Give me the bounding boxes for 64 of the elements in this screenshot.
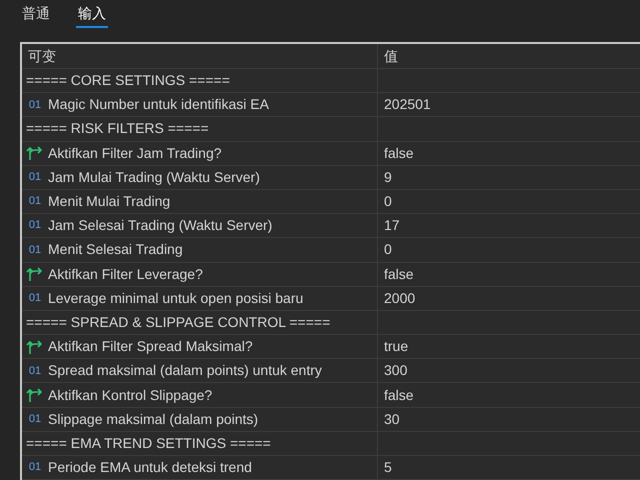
- parameter-name: ===== EMA TREND SETTINGS =====: [26, 434, 271, 453]
- parameter-row[interactable]: 01 Jam Mulai Trading (Waktu Server) 9: [22, 166, 640, 190]
- parameter-name: ===== RISK FILTERS =====: [26, 119, 209, 138]
- tab[interactable]: 普通: [20, 0, 52, 28]
- parameter-name: Jam Mulai Trading (Waktu Server): [48, 168, 260, 187]
- parameter-value: 9: [383, 168, 392, 187]
- tab[interactable]: 输入: [76, 0, 108, 28]
- parameter-row[interactable]: 01 Menit Mulai Trading 0: [22, 190, 640, 214]
- integer-icon: 01: [26, 217, 44, 234]
- parameter-value: 202501: [383, 95, 431, 114]
- integer-icon: 01: [26, 290, 44, 307]
- parameter-name: Aktifkan Filter Leverage?: [48, 264, 203, 284]
- integer-icon: 01: [26, 362, 44, 380]
- parameter-value: 0: [383, 192, 392, 212]
- integer-icon: 01: [26, 96, 44, 114]
- branch-arrow-icon: [26, 387, 44, 404]
- parameter-row[interactable]: 01 Spread maksimal (dalam points) untuk entry 300: [22, 359, 640, 384]
- parameter-row[interactable]: ===== RISK FILTERS =====: [22, 117, 640, 142]
- parameter-value: 5: [383, 458, 392, 478]
- parameter-name: Spread maksimal (dalam points) untuk entry: [48, 361, 322, 380]
- branch-arrow-icon: [26, 338, 44, 355]
- integer-icon: 01: [26, 193, 44, 210]
- parameter-name: Aktifkan Kontrol Slippage?: [48, 386, 212, 405]
- parameter-value: false: [383, 264, 414, 284]
- parameter-value: false: [383, 386, 414, 405]
- parameter-row[interactable]: ===== EMA TREND SETTINGS =====: [22, 432, 640, 456]
- branch-arrow-icon: [26, 145, 44, 162]
- integer-icon: 01: [26, 459, 44, 476]
- parameter-row[interactable]: 01 Menit Selesai Trading 0: [22, 238, 640, 262]
- parameter-name: Magic Number untuk identifikasi EA: [48, 95, 269, 114]
- integer-icon: 01: [26, 242, 44, 258]
- parameter-value: true: [383, 337, 408, 356]
- parameter-value: 300: [383, 361, 408, 380]
- parameter-row[interactable]: Aktifkan Kontrol Slippage? false: [22, 383, 640, 408]
- integer-icon: 01: [26, 410, 44, 428]
- parameter-value: 2000: [383, 288, 416, 308]
- parameter-name: Aktifkan Filter Spread Maksimal?: [48, 337, 253, 356]
- parameter-value: 30: [383, 410, 400, 429]
- parameter-row[interactable]: 01 Periode EMA untuk deteksi trend 5: [22, 456, 640, 480]
- parameter-row[interactable]: Aktifkan Filter Leverage? false: [22, 262, 640, 287]
- parameter-name: Aktifkan Filter Jam Trading?: [48, 144, 222, 163]
- parameter-name: Leverage minimal untuk open posisi baru: [48, 288, 304, 308]
- parameter-row[interactable]: ===== CORE SETTINGS =====: [22, 69, 640, 94]
- parameter-name: Menit Selesai Trading: [48, 240, 183, 260]
- parameter-name: Jam Selesai Trading (Waktu Server): [48, 216, 272, 236]
- parameter-name: Periode EMA untuk deteksi trend: [48, 458, 252, 478]
- branch-arrow-icon: [26, 266, 44, 282]
- parameter-row[interactable]: 01 Leverage minimal untuk open posisi baru 2000: [22, 286, 640, 311]
- parameter-name: ===== SPREAD & SLIPPAGE CONTROL =====: [26, 312, 330, 332]
- parameter-name: Slippage maksimal (dalam points): [48, 410, 258, 429]
- parameter-row[interactable]: Aktifkan Filter Spread Maksimal? true: [22, 335, 640, 360]
- parameter-value: 17: [383, 216, 400, 236]
- parameter-name: Menit Mulai Trading: [48, 192, 170, 212]
- parameter-row[interactable]: Aktifkan Filter Jam Trading? false: [22, 142, 640, 166]
- parameter-value: false: [383, 144, 414, 163]
- integer-icon: 01: [26, 169, 44, 186]
- parameter-row[interactable]: 01 Jam Selesai Trading (Waktu Server) 17: [22, 214, 640, 238]
- parameter-row[interactable]: 01 Magic Number untuk identifikasi EA 202501: [22, 93, 640, 118]
- column-header: 可变: [22, 44, 378, 68]
- column-header: 值: [383, 46, 398, 66]
- parameter-row[interactable]: 01 Slippage maksimal (dalam points) 30: [22, 408, 640, 432]
- parameter-name: ===== CORE SETTINGS =====: [26, 71, 230, 90]
- parameter-value: 0: [383, 240, 392, 260]
- parameter-row[interactable]: ===== SPREAD & SLIPPAGE CONTROL =====: [22, 310, 640, 336]
